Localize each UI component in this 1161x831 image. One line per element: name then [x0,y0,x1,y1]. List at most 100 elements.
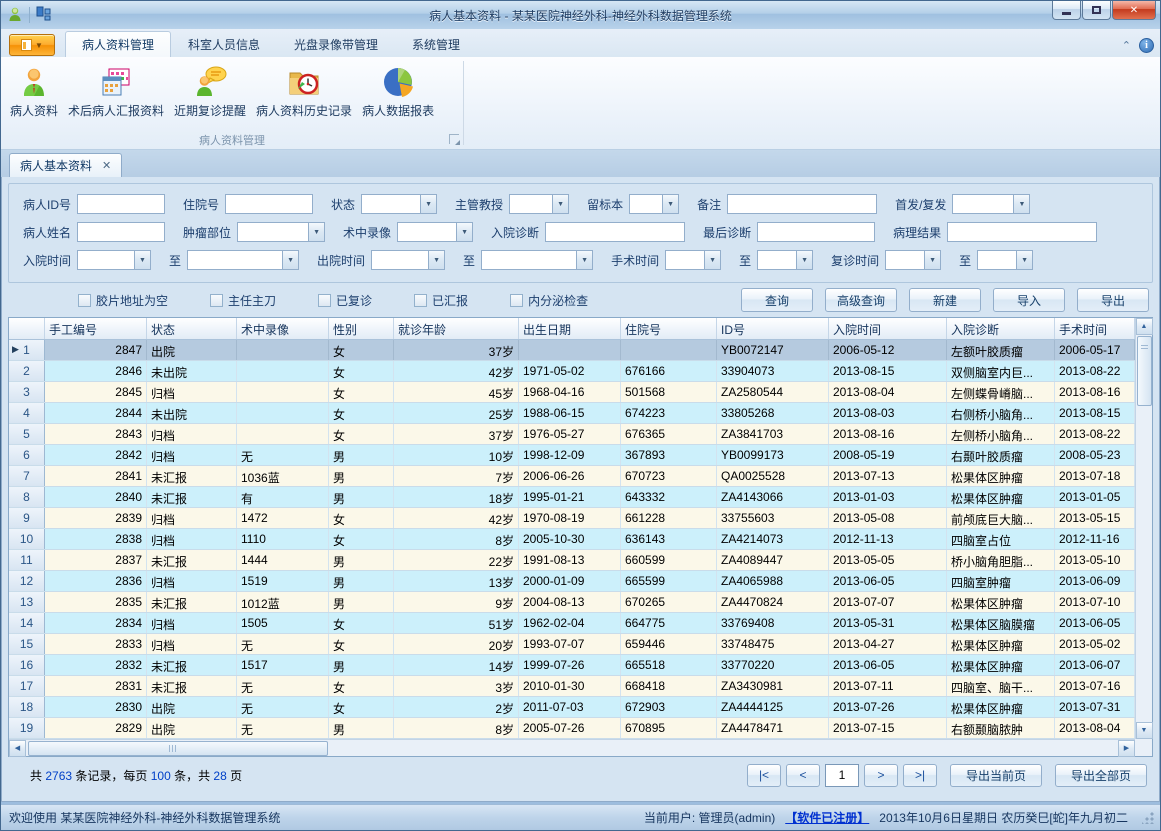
filter-input[interactable] [77,222,165,242]
table-row[interactable]: 172831未汇报无女3岁2010-01-30668418ZA343098120… [9,676,1135,697]
filter-combo[interactable]: ▼ [187,250,299,270]
resize-grip-icon[interactable] [1142,812,1154,824]
row-header[interactable]: 2 [9,361,45,381]
row-header[interactable]: 4 [9,403,45,423]
row-header[interactable]: 6 [9,445,45,465]
filter-combo[interactable]: ▼ [509,194,569,214]
ribbon-tab-2[interactable]: 光盘录像带管理 [277,31,395,57]
combo-dropdown-icon[interactable]: ▼ [456,223,472,241]
combo-dropdown-icon[interactable]: ▼ [1016,251,1032,269]
collapse-ribbon-icon[interactable]: ⌃ [1122,39,1131,52]
combo-dropdown-icon[interactable]: ▼ [1013,195,1029,213]
table-row[interactable]: 112837未汇报1444男22岁1991-08-13660599ZA40894… [9,550,1135,571]
ribbon-button-0[interactable]: 病人资料 [5,61,63,121]
scroll-left-icon[interactable]: ◀ [9,740,26,757]
row-header[interactable]: 3 [9,382,45,402]
action-button-0[interactable]: 查询 [741,288,813,312]
table-row[interactable]: 32845归档女45岁1968-04-16501568ZA25805442013… [9,382,1135,403]
scroll-right-icon[interactable]: ▶ [1118,740,1135,757]
ribbon-tab-1[interactable]: 科室人员信息 [171,31,277,57]
filter-input[interactable] [757,222,875,242]
table-row[interactable]: 132835未汇报1012蓝男9岁2004-08-13670265ZA44708… [9,592,1135,613]
column-header-2[interactable]: 状态 [147,318,237,339]
ribbon-button-1[interactable]: 术后病人汇报资料 [63,61,169,121]
action-button-4[interactable]: 导出 [1077,288,1149,312]
combo-dropdown-icon[interactable]: ▼ [552,195,568,213]
scroll-down-icon[interactable]: ▼ [1136,722,1153,739]
action-button-1[interactable]: 高级查询 [825,288,897,312]
table-row[interactable]: 72841未汇报1036蓝男7岁2006-06-26670723QA002552… [9,466,1135,487]
registered-link[interactable]: 【软件已注册】 [785,809,869,826]
dialog-launcher-icon[interactable] [449,134,459,144]
checkbox-4[interactable]: 内分泌检查 [510,292,588,309]
next-page-button[interactable]: > [864,764,898,787]
row-header[interactable]: ▶1 [9,340,45,360]
scroll-up-icon[interactable]: ▲ [1136,318,1153,335]
quick-access-tiles-icon[interactable] [36,6,51,24]
tab-patient-basic-info[interactable]: 病人基本资料 ✕ [9,153,122,177]
table-row[interactable]: 52843归档女37岁1976-05-27676365ZA38417032013… [9,424,1135,445]
filter-input[interactable] [947,222,1097,242]
filter-input[interactable] [727,194,877,214]
checkbox-box-icon[interactable] [210,294,223,307]
checkbox-0[interactable]: 胶片地址为空 [78,292,168,309]
filter-input[interactable] [77,194,165,214]
filter-combo[interactable]: ▼ [665,250,721,270]
checkbox-3[interactable]: 已汇报 [414,292,468,309]
maximize-button[interactable] [1082,1,1111,20]
app-menu-button[interactable]: ▼ [9,34,55,56]
checkbox-box-icon[interactable] [78,294,91,307]
row-header[interactable]: 16 [9,655,45,675]
export-all-pages-button[interactable]: 导出全部页 [1055,764,1147,787]
info-icon[interactable]: i [1139,38,1154,53]
table-row[interactable]: 152833归档无女20岁1993-07-0765944633748475201… [9,634,1135,655]
minimize-button[interactable] [1052,1,1081,20]
vertical-scrollbar[interactable]: ▲ ▼ [1135,318,1152,739]
row-header[interactable]: 5 [9,424,45,444]
column-header-11[interactable]: 手术时间 [1055,318,1135,339]
ribbon-tab-0[interactable]: 病人资料管理 [65,31,171,57]
column-header-1[interactable]: 手工编号 [45,318,147,339]
table-row[interactable]: 22846未出院女42岁1971-05-02676166339040732013… [9,361,1135,382]
checkbox-2[interactable]: 已复诊 [318,292,372,309]
horizontal-scroll-thumb[interactable] [28,741,328,756]
table-row[interactable]: 42844未出院女25岁1988-06-15674223338052682013… [9,403,1135,424]
combo-dropdown-icon[interactable]: ▼ [308,223,324,241]
combo-dropdown-icon[interactable]: ▼ [796,251,812,269]
filter-combo[interactable]: ▼ [952,194,1030,214]
checkbox-box-icon[interactable] [510,294,523,307]
action-button-2[interactable]: 新建 [909,288,981,312]
combo-dropdown-icon[interactable]: ▼ [924,251,940,269]
column-header-8[interactable]: ID号 [717,318,829,339]
export-current-page-button[interactable]: 导出当前页 [950,764,1042,787]
first-page-button[interactable]: |< [747,764,781,787]
prev-page-button[interactable]: < [786,764,820,787]
filter-input[interactable] [225,194,313,214]
combo-dropdown-icon[interactable]: ▼ [704,251,720,269]
row-header[interactable]: 19 [9,718,45,738]
row-header[interactable]: 13 [9,592,45,612]
combo-dropdown-icon[interactable]: ▼ [428,251,444,269]
row-header[interactable]: 15 [9,634,45,654]
filter-combo[interactable]: ▼ [237,222,325,242]
table-row[interactable]: 102838归档1110女8岁2005-10-30636143ZA4214073… [9,529,1135,550]
filter-combo[interactable]: ▼ [977,250,1033,270]
row-header[interactable]: 11 [9,550,45,570]
filter-combo[interactable]: ▼ [397,222,473,242]
row-header[interactable]: 10 [9,529,45,549]
checkbox-box-icon[interactable] [414,294,427,307]
page-number-input[interactable] [825,764,859,787]
filter-combo[interactable]: ▼ [757,250,813,270]
filter-combo[interactable]: ▼ [885,250,941,270]
last-page-button[interactable]: >| [903,764,937,787]
checkbox-box-icon[interactable] [318,294,331,307]
combo-dropdown-icon[interactable]: ▼ [134,251,150,269]
column-header-4[interactable]: 性别 [329,318,394,339]
row-header[interactable]: 18 [9,697,45,717]
table-row[interactable]: 62842归档无男10岁1998-12-09367893YB0099173200… [9,445,1135,466]
table-row[interactable]: 192829出院无男8岁2005-07-26670895ZA4478471201… [9,718,1135,739]
row-header[interactable]: 17 [9,676,45,696]
row-header[interactable]: 12 [9,571,45,591]
combo-dropdown-icon[interactable]: ▼ [662,195,678,213]
column-header-7[interactable]: 住院号 [621,318,717,339]
